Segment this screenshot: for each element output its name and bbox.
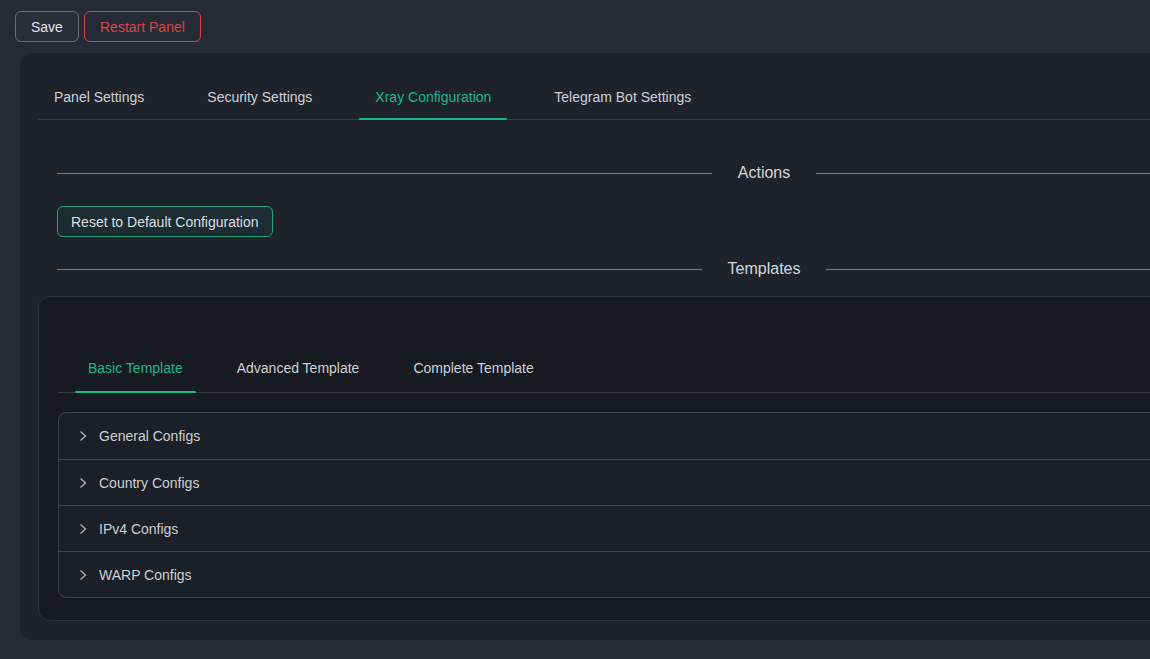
- actions-divider: Actions: [57, 162, 1150, 184]
- settings-panel: Panel Settings Security Settings Xray Co…: [20, 53, 1150, 640]
- tab-panel-settings[interactable]: Panel Settings: [38, 88, 160, 119]
- collapse-item-label: IPv4 Configs: [99, 521, 178, 537]
- collapse-item-label: General Configs: [99, 428, 200, 444]
- collapse-item-ipv4-configs[interactable]: IPv4 Configs: [59, 505, 1150, 551]
- actions-divider-title: Actions: [712, 162, 816, 184]
- restart-panel-button[interactable]: Restart Panel: [84, 11, 201, 42]
- xray-configuration-pane: Actions Reset to Default Configuration T…: [38, 162, 1150, 280]
- save-button[interactable]: Save: [15, 11, 79, 42]
- chevron-right-icon: [77, 569, 89, 581]
- chevron-right-icon: [77, 477, 89, 489]
- collapse-item-country-configs[interactable]: Country Configs: [59, 459, 1150, 505]
- templates-divider-title: Templates: [702, 258, 827, 280]
- tab-xray-configuration[interactable]: Xray Configuration: [359, 88, 507, 119]
- templates-card: Basic Template Advanced Template Complet…: [38, 296, 1150, 621]
- templates-divider: Templates: [57, 258, 1150, 280]
- tab-basic-template[interactable]: Basic Template: [75, 359, 196, 392]
- collapse-item-general-configs[interactable]: General Configs: [59, 413, 1150, 459]
- chevron-right-icon: [77, 523, 89, 535]
- chevron-right-icon: [77, 430, 89, 442]
- templates-tab-bar: Basic Template Advanced Template Complet…: [58, 359, 1150, 393]
- tab-complete-template[interactable]: Complete Template: [400, 359, 546, 392]
- settings-tab-bar: Panel Settings Security Settings Xray Co…: [38, 53, 1150, 120]
- tab-advanced-template[interactable]: Advanced Template: [224, 359, 373, 392]
- collapse-item-label: Country Configs: [99, 475, 199, 491]
- reset-default-configuration-button[interactable]: Reset to Default Configuration: [57, 206, 273, 237]
- tab-telegram-bot-settings[interactable]: Telegram Bot Settings: [538, 88, 707, 119]
- collapse-item-label: WARP Configs: [99, 567, 192, 583]
- tab-security-settings[interactable]: Security Settings: [191, 88, 328, 119]
- collapse-item-warp-configs[interactable]: WARP Configs: [59, 551, 1150, 597]
- configs-collapse: General Configs Country Configs IPv4 Con…: [58, 412, 1150, 598]
